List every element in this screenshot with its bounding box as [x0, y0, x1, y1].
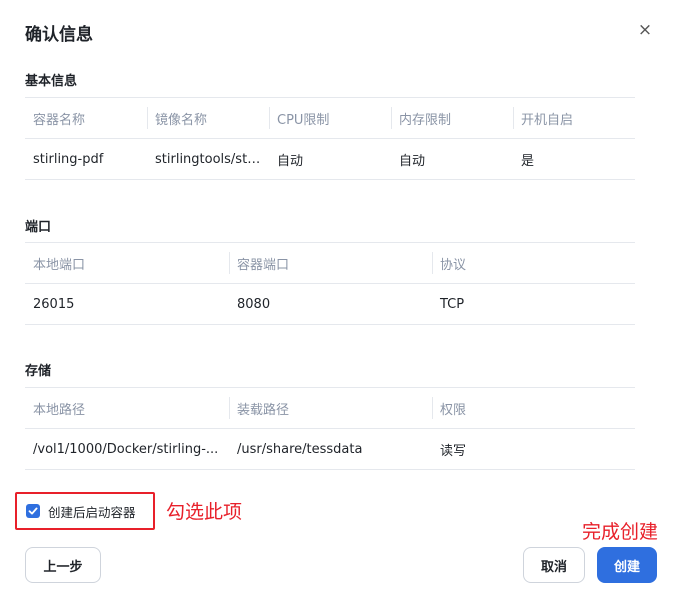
table-row: stirling-pdf stirlingtools/sti... 自动 自动 … [25, 138, 635, 180]
annotation-finish-create: 完成创建 [582, 521, 659, 543]
section-storage: 存储 [25, 364, 52, 379]
column-header: 本地端口 [25, 242, 229, 284]
annotation-check-this: 勾选此项 [166, 501, 243, 523]
column-header: 内存限制 [391, 97, 513, 139]
table-cell: 自动 [269, 138, 391, 180]
previous-step-button[interactable]: 上一步 [25, 547, 101, 583]
table-header-row: 本地端口 容器端口 协议 [25, 242, 635, 284]
table-row: /vol1/1000/Docker/stirling-... /usr/shar… [25, 428, 635, 470]
table-cell: 读写 [432, 428, 635, 470]
table-row: 26015 8080 TCP [25, 283, 635, 325]
column-header: 容器端口 [229, 242, 432, 284]
table-cell: TCP [432, 283, 635, 325]
table-cell: stirling-pdf [25, 138, 147, 180]
basic-info-table: 容器名称 镜像名称 CPU限制 内存限制 开机自启 stirling-pdf s… [25, 97, 635, 180]
section-ports: 端口 [25, 220, 52, 235]
table-header-row: 本地路径 装载路径 权限 [25, 387, 635, 429]
column-header: 本地路径 [25, 387, 229, 429]
column-header: 开机自启 [513, 97, 635, 139]
storage-table: 本地路径 装载路径 权限 /vol1/1000/Docker/stirling-… [25, 387, 635, 470]
column-header: 容器名称 [25, 97, 147, 139]
column-header: 装载路径 [229, 387, 432, 429]
table-cell: /usr/share/tessdata [229, 428, 432, 470]
table-cell: 26015 [25, 283, 229, 325]
column-header: 权限 [432, 387, 635, 429]
section-basic-info: 基本信息 [25, 74, 78, 89]
close-icon[interactable]: × [636, 21, 654, 39]
cancel-button[interactable]: 取消 [523, 547, 585, 583]
table-cell: stirlingtools/sti... [147, 138, 269, 180]
create-button[interactable]: 创建 [597, 547, 657, 583]
column-header: 协议 [432, 242, 635, 284]
table-cell: 是 [513, 138, 635, 180]
autostart-checkbox[interactable] [26, 504, 40, 518]
table-cell: 8080 [229, 283, 432, 325]
check-icon [28, 507, 38, 515]
column-header: CPU限制 [269, 97, 391, 139]
table-cell: /vol1/1000/Docker/stirling-... [25, 428, 229, 470]
autostart-label: 创建后启动容器 [48, 504, 136, 520]
ports-table: 本地端口 容器端口 协议 26015 8080 TCP [25, 242, 635, 325]
table-header-row: 容器名称 镜像名称 CPU限制 内存限制 开机自启 [25, 97, 635, 139]
column-header: 镜像名称 [147, 97, 269, 139]
table-cell: 自动 [391, 138, 513, 180]
autostart-checkbox-row[interactable]: 创建后启动容器 [15, 492, 155, 530]
dialog-title: 确认信息 [25, 25, 93, 45]
confirm-dialog: 确认信息 × 基本信息 容器名称 镜像名称 CPU限制 内存限制 开机自启 st… [0, 0, 681, 598]
